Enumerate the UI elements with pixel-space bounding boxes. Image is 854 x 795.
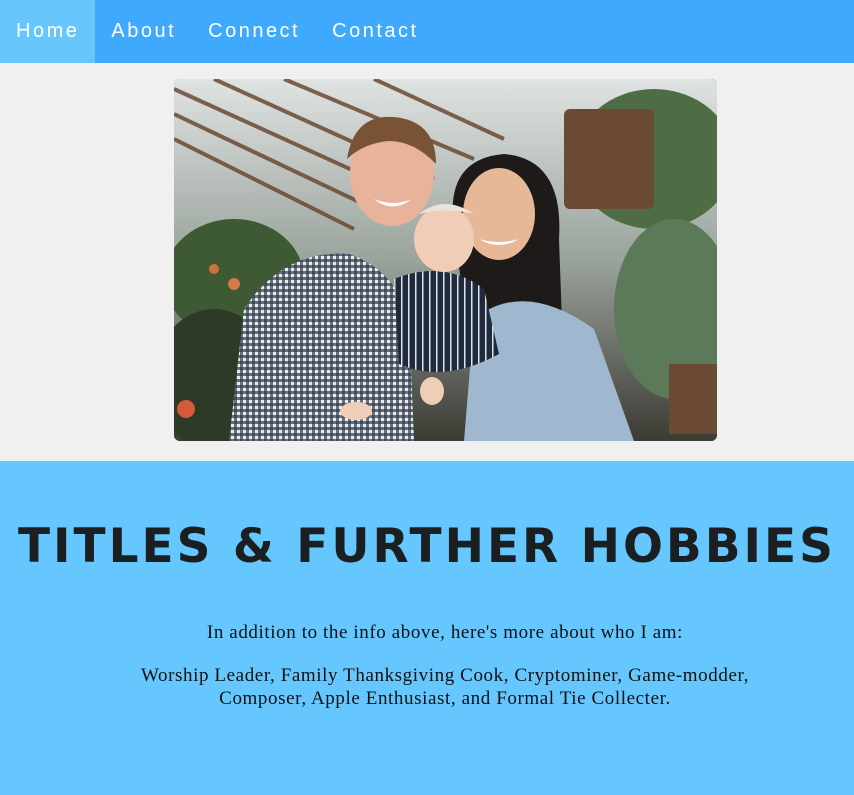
nav-about[interactable]: About	[95, 0, 192, 63]
hobbies-intro: In addition to the info above, here's mo…	[206, 622, 684, 643]
family-photo-illustration	[174, 79, 717, 441]
hobbies-section: TITLES & FURTHER HOBBIES In addition to …	[0, 461, 854, 795]
top-nav: Home About Connect Contact	[0, 0, 854, 63]
nav-connect[interactable]: Connect	[192, 0, 316, 63]
family-photo	[174, 79, 717, 441]
photo-section	[0, 63, 854, 461]
hobbies-list: Worship Leader, Family Thanksgiving Cook…	[140, 665, 750, 709]
nav-home[interactable]: Home	[0, 0, 96, 63]
nav-contact[interactable]: Contact	[316, 0, 434, 63]
hobbies-title: TITLES & FURTHER HOBBIES	[17, 519, 836, 574]
